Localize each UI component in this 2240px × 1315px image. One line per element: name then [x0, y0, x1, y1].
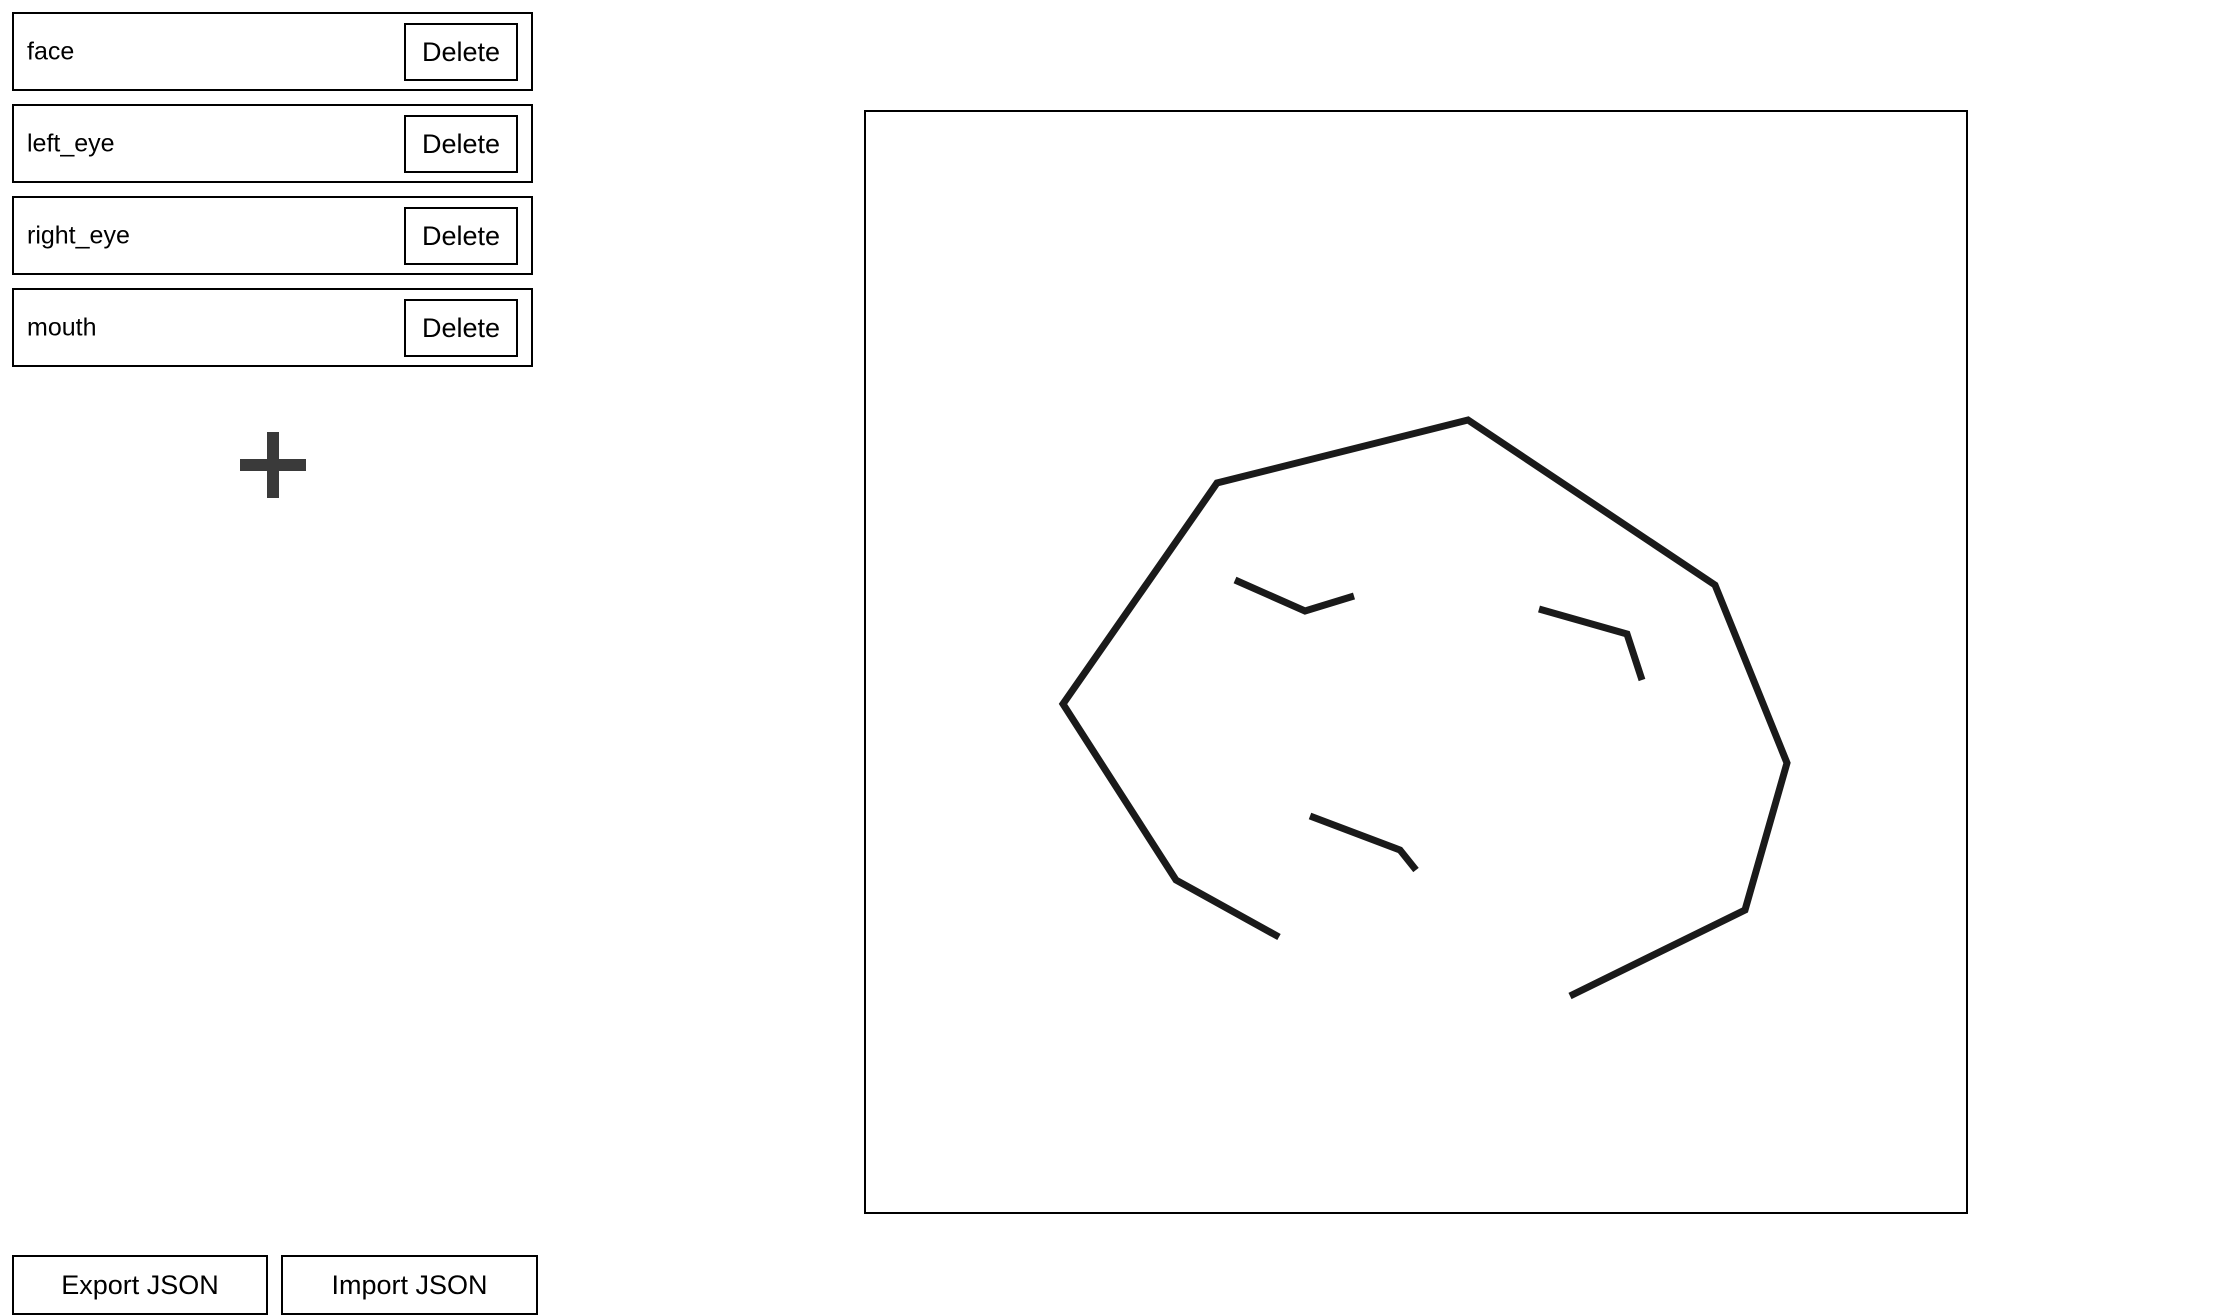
add-shape-button[interactable]: [240, 432, 306, 498]
shape-sidebar: face Delete left_eye Delete right_eye De…: [0, 0, 545, 1315]
mouth-stroke: [1308, 812, 1419, 873]
shape-item-right-eye[interactable]: right_eye Delete: [12, 196, 533, 275]
shape-name: face: [27, 37, 75, 65]
delete-button[interactable]: Delete: [404, 115, 518, 173]
shape-name: left_eye: [27, 129, 115, 157]
export-json-button[interactable]: Export JSON: [12, 1255, 268, 1315]
shape-item-face[interactable]: face Delete: [12, 12, 533, 91]
shape-name: right_eye: [27, 221, 130, 249]
left-eye-stroke: [1233, 576, 1356, 615]
drawing-canvas[interactable]: [864, 110, 1968, 1214]
delete-button[interactable]: Delete: [404, 23, 518, 81]
delete-button[interactable]: Delete: [404, 207, 518, 265]
right-eye-stroke: [1538, 605, 1646, 682]
shape-list: face Delete left_eye Delete right_eye De…: [12, 12, 533, 380]
face-stroke: [1058, 416, 1791, 1000]
import-json-button[interactable]: Import JSON: [281, 1255, 538, 1315]
delete-button[interactable]: Delete: [404, 299, 518, 357]
drawing-surface: [1058, 416, 1791, 1000]
shape-name: mouth: [27, 313, 97, 341]
shape-item-mouth[interactable]: mouth Delete: [12, 288, 533, 367]
shape-item-left-eye[interactable]: left_eye Delete: [12, 104, 533, 183]
